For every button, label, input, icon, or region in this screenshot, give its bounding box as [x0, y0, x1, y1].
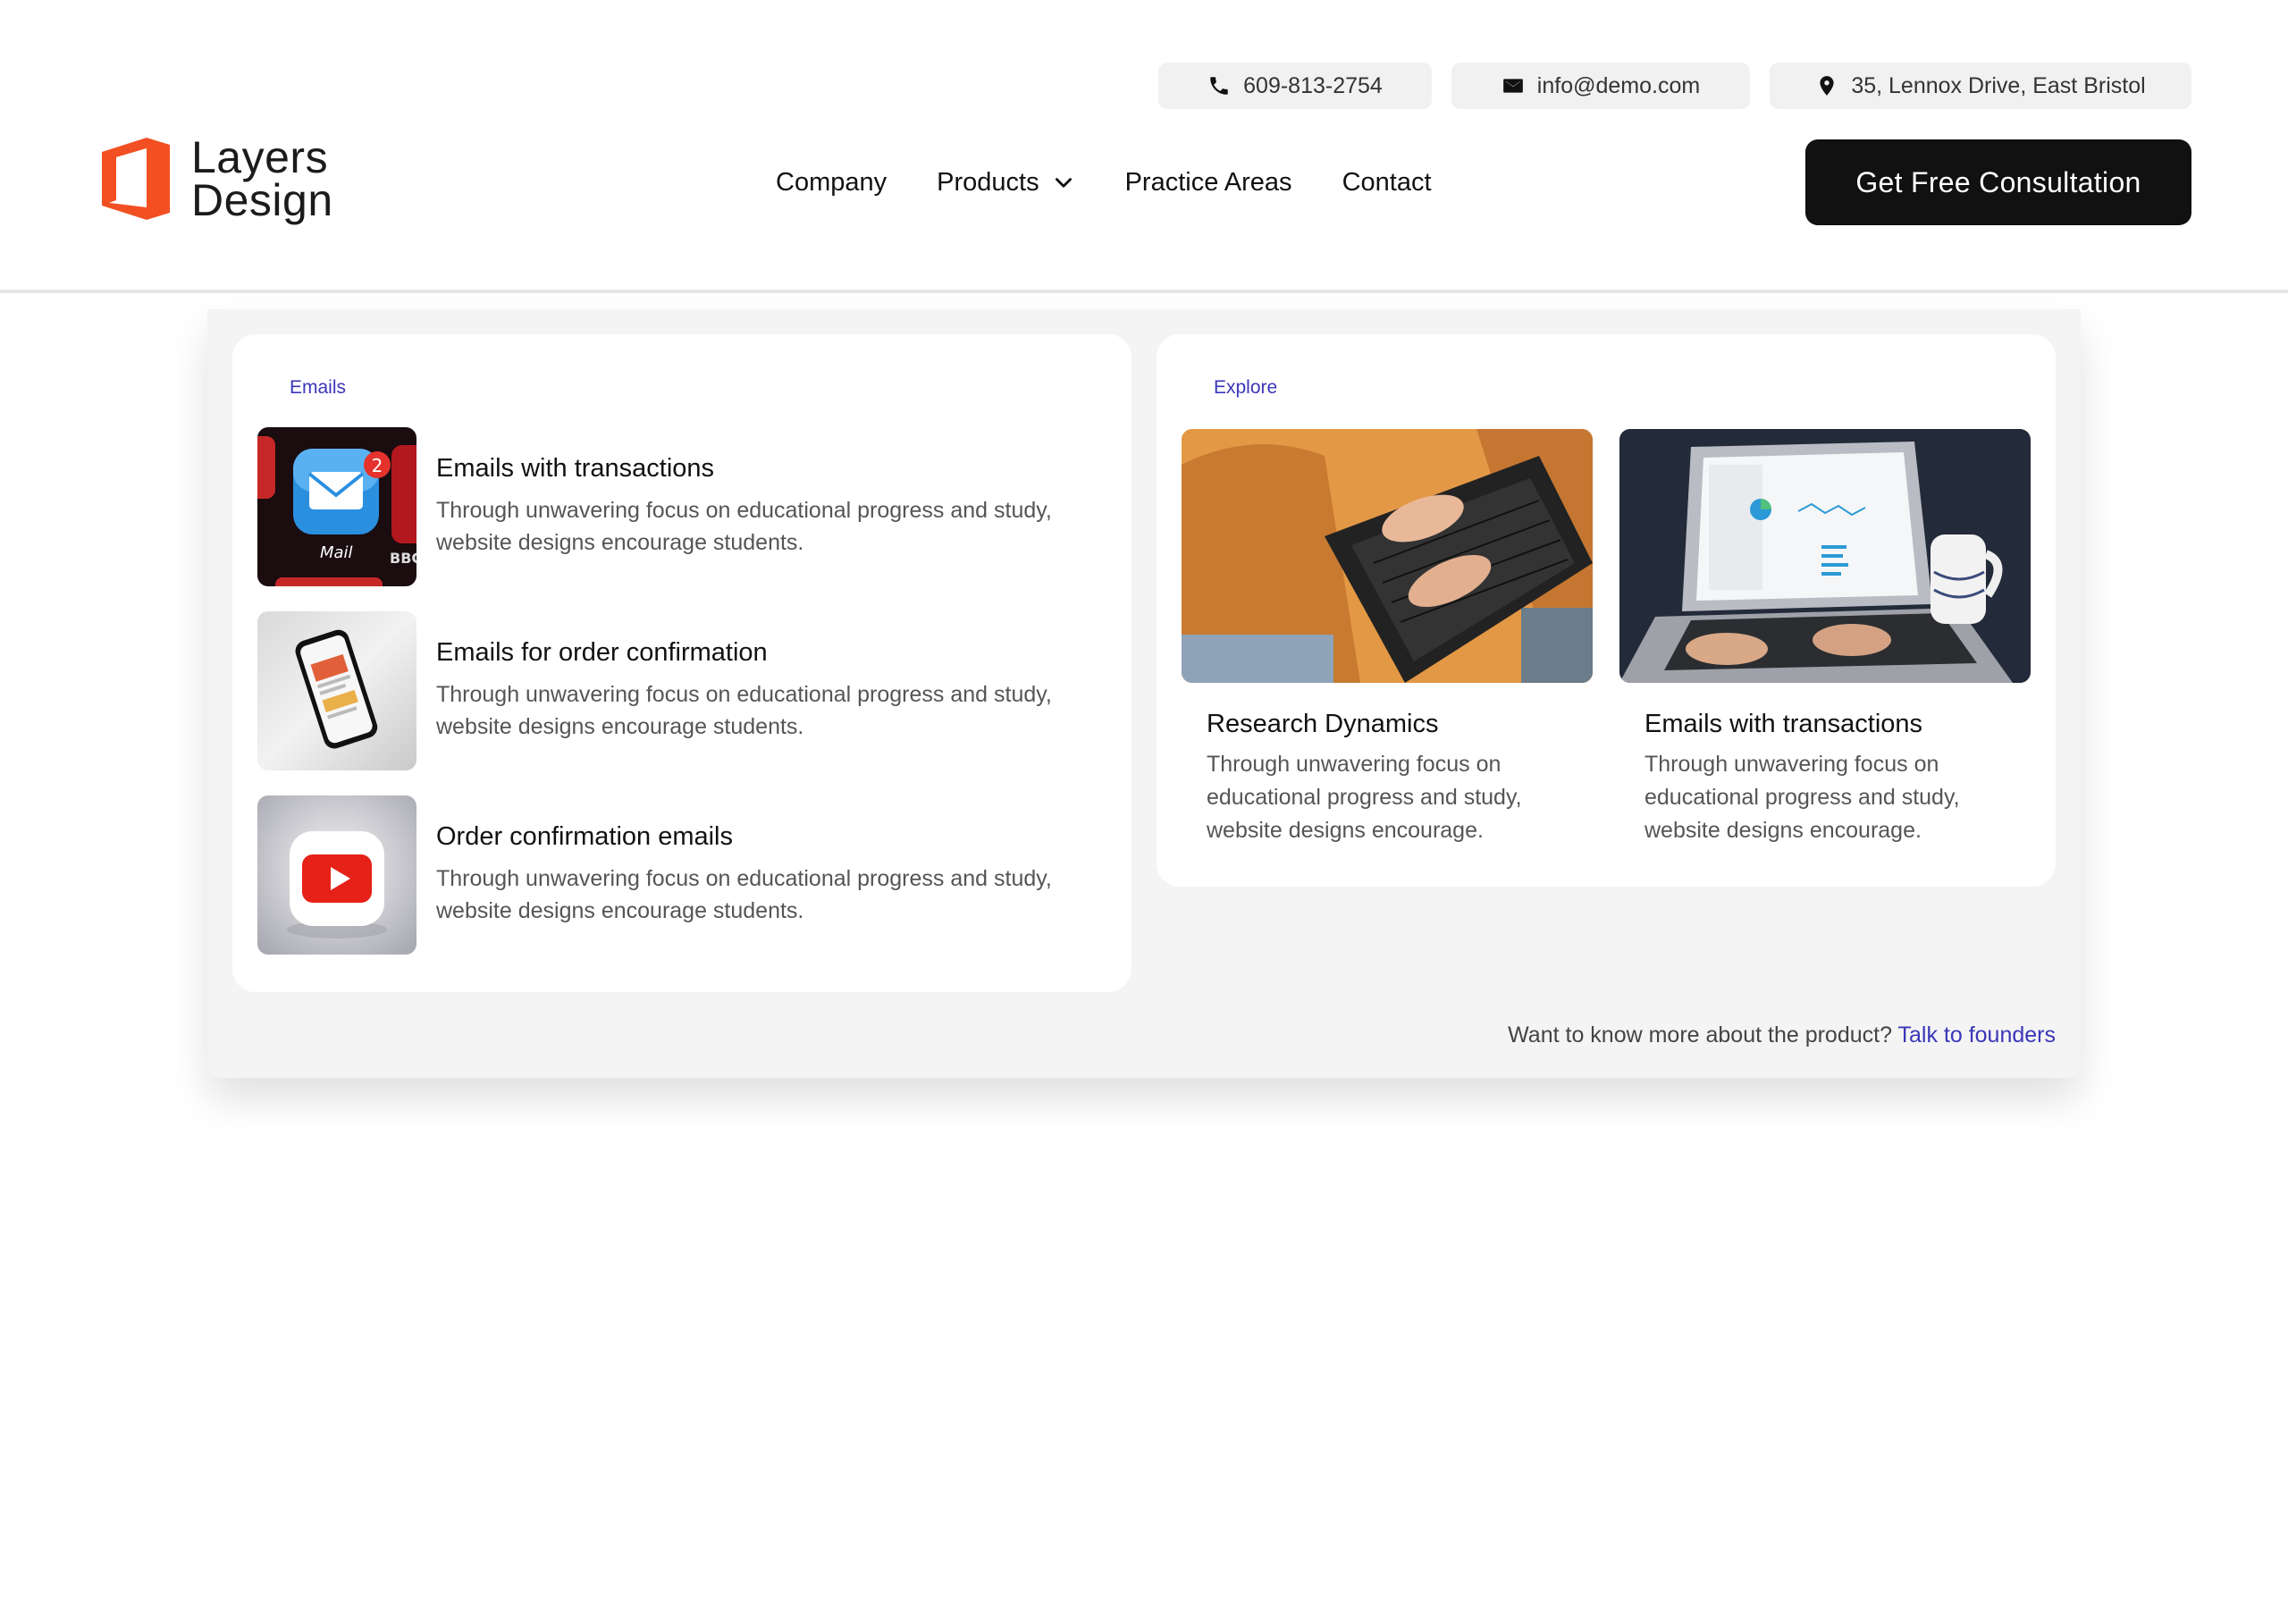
explore-item-title: Research Dynamics — [1207, 710, 1439, 738]
logo[interactable]: Layers Design — [100, 132, 333, 225]
list-item-description: Through unwavering focus on educational … — [436, 866, 1052, 923]
phone-icon — [1207, 74, 1231, 97]
nav-label: Contact — [1342, 168, 1432, 197]
site-header: 609-813-2754 info@demo.com 35, Lennox Dr… — [0, 0, 2288, 293]
logo-mark-icon — [102, 138, 170, 220]
svg-text:2: 2 — [372, 455, 383, 476]
explore-section-label: Explore — [1214, 377, 1278, 398]
get-consultation-button[interactable]: Get Free Consultation — [1805, 139, 2191, 225]
address-pill[interactable]: 35, Lennox Drive, East Bristol — [1770, 63, 2191, 109]
list-item-description: Through unwavering focus on educational … — [436, 498, 1052, 555]
nav-label: Company — [776, 168, 887, 197]
explore-item[interactable]: Emails with transactions Through unwaver… — [1619, 429, 2031, 847]
youtube-thumbnail — [257, 795, 416, 955]
list-item-text: Order confirmation emails Through unwave… — [436, 795, 1080, 955]
list-item-title: Emails for order confirmation — [436, 638, 768, 667]
panel-footer: Want to know more about the product? Tal… — [1508, 1022, 2056, 1048]
list-item-text: Emails for order confirmation Through un… — [436, 611, 1080, 770]
nav-item-products[interactable]: Products — [937, 168, 1074, 198]
laptop-dashboard-image — [1619, 429, 2031, 683]
list-item-title: Emails with transactions — [436, 454, 715, 483]
email-pill[interactable]: info@demo.com — [1451, 63, 1750, 109]
nav-item-contact[interactable]: Contact — [1342, 168, 1432, 198]
list-item-description: Through unwavering focus on educational … — [436, 682, 1052, 739]
svg-text:Mail: Mail — [320, 543, 353, 562]
logo-line-2: Design — [191, 175, 333, 225]
svg-text:BBC: BBC — [390, 550, 416, 567]
logo-line-1: Layers — [191, 132, 329, 182]
mail-icon — [1502, 74, 1525, 97]
talk-to-founders-link[interactable]: Talk to founders — [1898, 1022, 2057, 1048]
footer-text: Want to know more about the product? — [1508, 1022, 1892, 1048]
phone-number: 609-813-2754 — [1243, 72, 1383, 98]
products-dropdown-panel: Emails 2 Mail BBC — [207, 309, 2081, 1078]
location-pin-icon — [1815, 74, 1838, 97]
list-item[interactable]: Emails for order confirmation Through un… — [257, 611, 1106, 770]
list-item-text: Emails with transactions Through unwaver… — [436, 427, 1080, 586]
explore-item-title: Emails with transactions — [1644, 710, 1923, 738]
email-address: info@demo.com — [1536, 72, 1701, 98]
emails-section-label: Emails — [290, 377, 347, 398]
nav-item-practice-areas[interactable]: Practice Areas — [1125, 168, 1292, 198]
main-nav: Company Products Practice Areas Contact — [776, 168, 1432, 198]
laptop-typing-image — [1182, 429, 1593, 683]
explore-item-description: Through unwavering focus on educational … — [1207, 752, 1522, 843]
nav-item-company[interactable]: Company — [776, 168, 887, 198]
list-item-title: Order confirmation emails — [436, 822, 733, 851]
logo-wordmark: Layers Design — [191, 132, 333, 225]
chevron-down-icon — [1055, 177, 1072, 188]
explore-card: Explore Research Dynamics Through unwave… — [1157, 334, 2056, 887]
explore-item-description: Through unwavering focus on educational … — [1644, 752, 1960, 843]
address-text: 35, Lennox Drive, East Bristol — [1851, 72, 2146, 98]
list-item[interactable]: 2 Mail BBC Emails with transactions Thro… — [257, 427, 1106, 586]
nav-label: Products — [937, 168, 1039, 197]
mail-app-thumbnail: 2 Mail BBC — [257, 427, 416, 586]
list-item[interactable]: Order confirmation emails Through unwave… — [257, 795, 1106, 955]
nav-label: Practice Areas — [1124, 168, 1292, 197]
phone-pill[interactable]: 609-813-2754 — [1158, 63, 1432, 109]
emails-card: Emails 2 Mail BBC — [232, 334, 1131, 992]
explore-item[interactable]: Research Dynamics Through unwavering foc… — [1182, 429, 1593, 847]
smartphone-thumbnail — [257, 611, 416, 770]
